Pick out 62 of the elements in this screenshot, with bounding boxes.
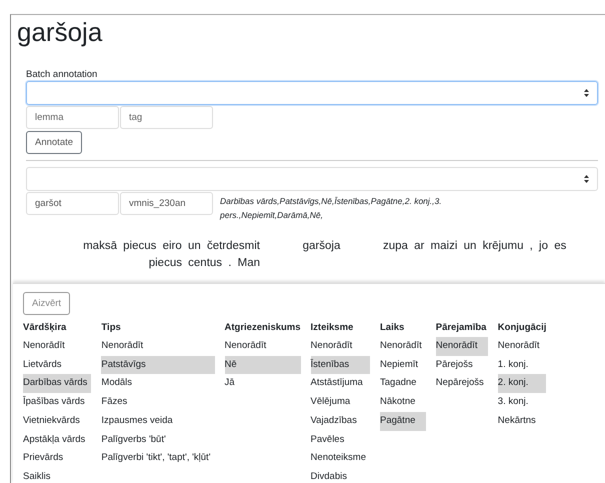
tag-field[interactable]: vmnis_230an <box>120 192 213 215</box>
tag-option[interactable]: Īstenības <box>310 356 370 374</box>
tag-option[interactable]: Nenoteiksme <box>310 449 370 468</box>
column-heading: Tips <box>101 321 122 335</box>
column-heading: Laiks <box>380 321 406 335</box>
tag-option[interactable]: Nepiemīt <box>380 356 426 374</box>
page-heading: garšoja <box>17 17 104 47</box>
select-field[interactable] <box>26 167 598 191</box>
lemma-field[interactable]: garšot <box>26 192 119 215</box>
context-text: zupa ar maizi un krējumu , jo es <box>383 239 568 254</box>
tag-option[interactable]: Jā <box>224 374 301 394</box>
tag-option[interactable]: Nenorādīt <box>380 337 426 356</box>
updown-icon <box>584 89 589 97</box>
tag-option[interactable]: Tagadne <box>380 374 426 394</box>
updown-icon <box>584 175 589 183</box>
tag-option[interactable]: Prievārds <box>23 449 92 468</box>
tag-option[interactable]: Vēlējuma <box>310 393 370 412</box>
tag-option[interactable]: Apstākļa vārds <box>23 430 92 450</box>
tag-option[interactable]: Vajadzības <box>310 412 370 431</box>
tag-option[interactable]: Palīgverbi 'tikt', 'tapt', 'kļūt' <box>101 449 215 468</box>
tag-option[interactable]: Nekārtns <box>498 412 546 431</box>
select-field[interactable] <box>26 81 598 105</box>
tag-option[interactable]: Palīgverbs 'būt' <box>101 430 215 450</box>
target-word: garšoja <box>302 239 342 254</box>
tag-option[interactable]: Saiklis <box>23 468 92 483</box>
field-label: Batch annotation <box>26 69 98 81</box>
tag-option[interactable]: Nepārejošs <box>436 374 488 394</box>
tag-option[interactable]: Atstāstījuma <box>310 374 370 394</box>
tag-option[interactable]: Pavēles <box>310 430 370 450</box>
tag-option[interactable]: Nē <box>224 356 301 374</box>
tag-option[interactable]: Nenorādīt <box>224 337 301 356</box>
tag-option[interactable]: Pārejošs <box>436 356 488 374</box>
tag-option[interactable]: Fāzes <box>101 393 215 412</box>
tag-option[interactable]: Nenorādīt <box>436 337 488 356</box>
tag-option[interactable]: 3. konj. <box>498 393 546 412</box>
column-heading: Atgriezeniskums <box>224 321 301 335</box>
tag-option[interactable]: 1. konj. <box>498 356 546 374</box>
tag-option[interactable]: Divdabis <box>310 468 370 483</box>
tag-option[interactable]: Lietvārds <box>23 356 92 374</box>
tag-option[interactable]: Nākotne <box>380 393 426 412</box>
tag-field[interactable]: tag <box>120 106 213 129</box>
tag-option[interactable]: Nenorādīt <box>23 337 92 356</box>
tag-option[interactable]: 2. konj. <box>498 374 546 394</box>
column-heading: Konjugācij <box>498 321 546 335</box>
annotate-button[interactable]: Annotate <box>26 131 82 154</box>
tag-option[interactable]: Patstāvīgs <box>101 356 215 374</box>
tag-option[interactable]: Nenorādīt <box>310 337 370 356</box>
tag-option[interactable]: Nenorādīt <box>498 337 546 356</box>
lemma-field[interactable]: lemma <box>26 106 119 129</box>
column-heading: Vārdšķira <box>23 321 68 335</box>
tag-option[interactable]: Izpausmes veida <box>101 412 215 431</box>
tag-option[interactable]: Pagātne <box>380 412 426 431</box>
tag-description: Darbības vārds,Patstāvīgs,Nē,Īstenības,Pagātne,2. konj.,3. pers.,Nepiemīt,Darāmā,Nē, <box>220 195 443 222</box>
tag-option[interactable]: Īpašības vārds <box>23 393 92 412</box>
tag-option[interactable]: Darbības vārds <box>23 374 92 394</box>
tag-option[interactable]: Vietniekvārds <box>23 412 92 431</box>
context-text: maksā piecus eiro un četrdesmit piecus centus . Man <box>82 239 260 271</box>
tag-option[interactable]: Modāls <box>101 374 215 394</box>
column-heading: Izteiksme <box>310 321 354 335</box>
tag-option[interactable]: Nenorādīt <box>101 337 215 356</box>
close-button[interactable]: Aizvērt <box>23 292 70 315</box>
column-heading: Pārejamība <box>436 321 488 335</box>
